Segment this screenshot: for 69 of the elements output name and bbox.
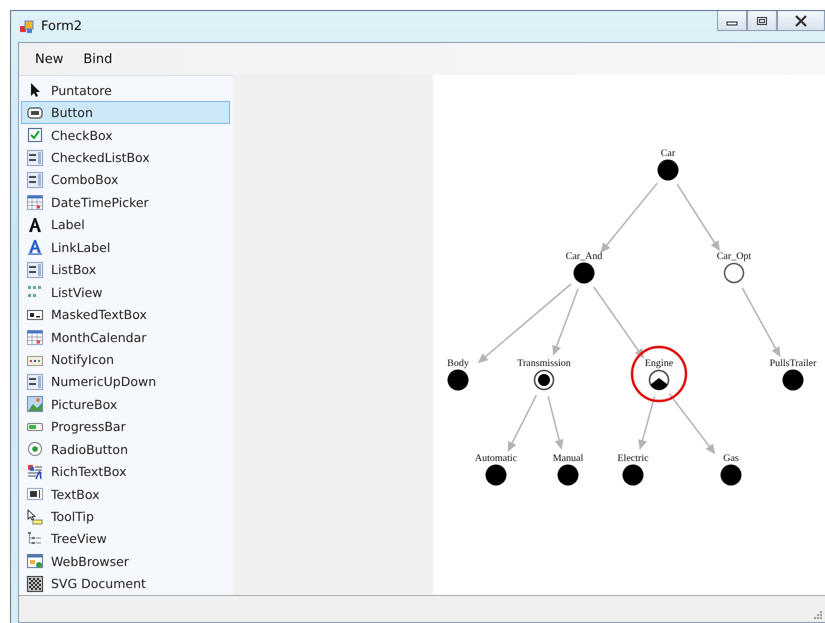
toolbox-item[interactable]: ComboBox xyxy=(21,168,230,192)
checkbox-icon xyxy=(27,127,43,144)
close-icon xyxy=(794,14,808,26)
connector-arrow xyxy=(676,184,720,252)
combo-icon xyxy=(27,172,43,188)
connector-arrow xyxy=(508,394,537,452)
toolbox-item[interactable]: WebBrowser xyxy=(21,550,230,573)
node-label: Car_Opt xyxy=(716,251,752,262)
connector-arrow xyxy=(600,182,658,253)
checker-icon xyxy=(27,576,43,592)
toolbox-item[interactable]: DateTimePicker xyxy=(21,191,230,214)
toolbox-item[interactable]: ListView xyxy=(21,280,230,304)
browser-icon xyxy=(27,553,43,570)
connector-arrow xyxy=(668,393,716,454)
node-label: Gas xyxy=(723,453,739,464)
menu-item[interactable]: New xyxy=(27,48,72,70)
toolbox-item[interactable]: ProgressBar xyxy=(21,416,230,438)
node-label: Automatic xyxy=(474,453,518,464)
tree-icon xyxy=(27,530,43,547)
node-label: Car_And xyxy=(566,251,602,262)
toolbox-item[interactable]: MonthCalendar xyxy=(21,326,230,348)
node-label: Manual xyxy=(552,453,584,464)
toolbox-item[interactable]: Label xyxy=(21,214,230,236)
rich-text-icon xyxy=(27,464,43,480)
spinner-icon xyxy=(27,374,43,390)
tooltip-icon xyxy=(27,508,43,525)
checked-list-icon xyxy=(27,150,43,166)
close-button[interactable] xyxy=(777,11,825,31)
minimize-button[interactable] xyxy=(717,11,747,31)
toolbox-item[interactable]: TreeView xyxy=(21,528,230,550)
toolbox-item[interactable]: MaskedTextBox xyxy=(21,303,230,326)
toolbox-item[interactable]: LinkLabel xyxy=(21,236,230,258)
list-icon xyxy=(27,262,43,278)
connector-arrow xyxy=(742,288,780,358)
maximize-button[interactable] xyxy=(747,11,777,31)
button-icon xyxy=(27,104,43,121)
node-label: Car xyxy=(660,148,676,159)
app-icon xyxy=(19,18,35,34)
calendar-icon xyxy=(27,194,43,210)
restore-icon xyxy=(756,16,768,26)
toolbox-item[interactable]: SVG Document xyxy=(21,572,230,596)
window-title: Form2 xyxy=(41,19,82,34)
connector-arrow xyxy=(547,396,564,450)
radio-icon xyxy=(27,441,43,458)
node-label: PullsTrailer xyxy=(770,358,816,369)
letter-icon xyxy=(27,239,43,256)
node-label: Electric xyxy=(617,453,649,464)
resize-grip-icon xyxy=(813,610,823,620)
image-icon xyxy=(27,396,43,412)
toolbox-item[interactable]: RadioButton xyxy=(21,438,230,460)
toolbox-item[interactable]: RichTextBox xyxy=(21,460,230,483)
connector-arrow xyxy=(638,396,656,450)
text-field-icon xyxy=(27,486,43,502)
menu-item[interactable]: Bind xyxy=(75,48,120,70)
toolbox-item[interactable]: NotifyIcon xyxy=(21,348,230,371)
toolbox-item[interactable]: Button xyxy=(21,101,230,124)
letter-icon xyxy=(27,216,43,233)
toolbox-item[interactable]: NumericUpDown xyxy=(21,370,230,394)
node-label: Body xyxy=(447,358,469,369)
toolbox-item[interactable]: Puntatore xyxy=(21,79,230,102)
toolbox-item[interactable]: ListBox xyxy=(21,258,230,281)
calendar-icon xyxy=(27,329,43,346)
toolbox-item[interactable]: PictureBox xyxy=(21,393,230,416)
node-label: Transmission xyxy=(517,358,571,369)
toolbox-item[interactable]: CheckedListBox xyxy=(21,146,230,169)
toolbox-item[interactable]: CheckBox xyxy=(21,124,230,146)
node-label: Engine xyxy=(644,358,674,369)
toolbox-item[interactable]: TextBox xyxy=(21,482,230,506)
toolbox-item[interactable]: ToolTip xyxy=(21,505,230,528)
